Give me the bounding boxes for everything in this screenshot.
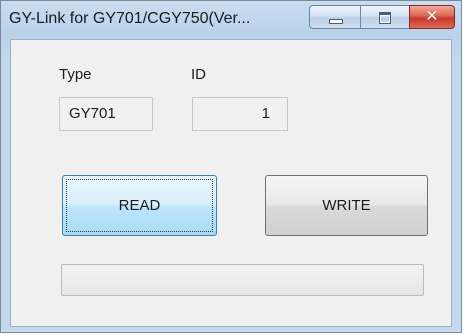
focus-rectangle [66,179,213,232]
write-button[interactable]: WRITE [265,175,428,236]
minimize-button[interactable] [309,5,361,29]
close-icon: ✕ [425,8,439,25]
progress-bar [61,264,424,296]
maximize-button[interactable] [360,5,410,29]
close-button[interactable]: ✕ [409,5,455,29]
read-button[interactable]: READ [62,175,217,236]
client-area: Type ID GY701 1 READ WRITE [10,39,452,327]
write-button-label: WRITE [322,197,371,214]
title-bar[interactable]: GY-Link for GY701/CGY750(Ver... ✕ [1,1,461,39]
type-label: Type [59,66,92,83]
id-field: 1 [192,97,288,131]
type-field: GY701 [59,97,153,131]
maximize-icon [379,12,391,24]
app-window: GY-Link for GY701/CGY750(Ver... ✕ Type I… [0,0,462,333]
window-title: GY-Link for GY701/CGY750(Ver... [9,10,251,27]
minimize-icon [329,19,343,24]
id-label: ID [191,66,206,83]
